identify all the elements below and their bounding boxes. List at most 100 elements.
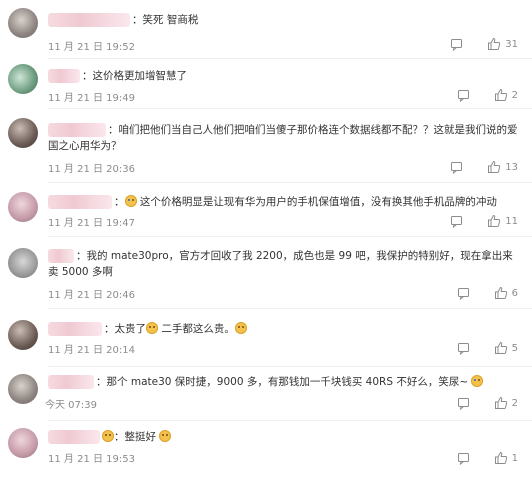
colon: ： [104, 323, 115, 335]
emoji-icon [102, 430, 114, 442]
colon: ： [114, 431, 125, 443]
comment-text-row: ：笑死 智商税 [48, 12, 520, 28]
comment-text-row: ：那个 mate30 保时捷，9000 多，有那钱加一千块钱买 40RS 不好么… [48, 374, 520, 390]
username-blurred[interactable] [48, 322, 102, 336]
comment-text: 这价格更加增智慧了 [92, 70, 188, 82]
thumbs-up-icon [488, 214, 501, 227]
reply-button[interactable] [450, 161, 463, 174]
like-button[interactable]: 11 [487, 214, 518, 228]
comment-text: 笑死 智商税 [142, 14, 199, 26]
like-count: 6 [511, 287, 518, 299]
comment-time: 11 月 21 日 19:49 [48, 93, 135, 104]
colon: ： [76, 250, 87, 262]
username-blurred[interactable] [48, 123, 106, 137]
avatar[interactable] [8, 64, 38, 94]
comment-text-row: ： 这个价格明显是让现有华为用户的手机保值增值，没有换其他手机品牌的冲动 [48, 194, 520, 210]
comment-actions: 1 [457, 450, 518, 466]
reply-button[interactable] [457, 452, 470, 465]
username-blurred[interactable] [48, 13, 130, 27]
comment-time: 11 月 21 日 19:53 [48, 454, 135, 465]
like-count: 11 [505, 215, 518, 227]
colon: ： [82, 70, 93, 82]
emoji-icon [159, 430, 172, 442]
emoji-icon [471, 375, 484, 387]
like-button[interactable]: 6 [494, 286, 518, 300]
avatar[interactable] [8, 428, 38, 458]
reply-button[interactable] [450, 215, 463, 228]
username-blurred[interactable] [48, 69, 80, 83]
reply-button[interactable] [457, 287, 470, 300]
divider [48, 308, 532, 309]
colon: ： [114, 196, 125, 208]
divider [48, 108, 532, 109]
reply-icon [451, 215, 463, 228]
reply-icon [457, 342, 469, 355]
like-count: 2 [511, 397, 518, 409]
comment-text-b: 二手都这么贵。 [161, 323, 235, 335]
comment-actions: 11 [450, 213, 518, 229]
colon: ： [132, 14, 143, 26]
comment-actions: 13 [450, 159, 518, 175]
divider [48, 366, 532, 367]
colon: ： [108, 124, 119, 136]
like-button[interactable]: 2 [494, 88, 518, 102]
avatar[interactable] [8, 8, 38, 38]
divider [48, 420, 532, 421]
comment-actions: 31 [450, 36, 518, 52]
emoji-icon [146, 322, 158, 334]
thumbs-up-icon [488, 160, 501, 173]
reply-icon [457, 287, 469, 300]
reply-icon [451, 161, 463, 174]
divider [48, 58, 532, 59]
comment-text: 整挺好 [124, 431, 157, 443]
like-button[interactable]: 5 [494, 341, 518, 355]
username-blurred[interactable] [48, 195, 112, 209]
emoji-icon [124, 195, 137, 207]
divider [48, 236, 532, 237]
like-button[interactable]: 2 [494, 396, 518, 410]
like-count: 1 [511, 452, 518, 464]
like-button[interactable]: 1 [494, 451, 518, 465]
comment-actions: 2 [457, 395, 518, 411]
comment-actions: 2 [457, 87, 518, 103]
thumbs-up-icon [494, 341, 507, 354]
avatar[interactable] [8, 374, 38, 404]
comment-time: 11 月 21 日 19:47 [48, 218, 135, 229]
comment-actions: 5 [457, 340, 518, 356]
like-count: 2 [511, 89, 518, 101]
avatar[interactable] [8, 320, 38, 350]
reply-button[interactable] [457, 397, 470, 410]
comment-time: 11 月 21 日 20:14 [48, 345, 135, 356]
emoji-icon [234, 322, 247, 334]
comment-text-row: ：这价格更加增智慧了 [48, 68, 520, 84]
comment-actions: 6 [457, 285, 518, 301]
comment-text-row: ：太贵了 二手都这么贵。 [48, 321, 520, 337]
thumbs-up-icon [494, 286, 507, 299]
username-blurred[interactable] [48, 375, 94, 389]
reply-button[interactable] [457, 89, 470, 102]
avatar[interactable] [8, 192, 38, 222]
username-blurred[interactable] [48, 430, 100, 444]
like-button[interactable]: 13 [487, 160, 518, 174]
like-count: 5 [511, 342, 518, 354]
avatar[interactable] [8, 248, 38, 278]
comment-text-row: ：我的 mate30pro，官方才回收了我 2200，成色也是 99 吧，我保护… [48, 248, 522, 280]
reply-icon [457, 397, 469, 410]
comment-time: 11 月 21 日 19:52 [48, 42, 135, 53]
reply-icon [457, 89, 469, 102]
reply-icon [457, 452, 469, 465]
comment-text: 咱们把他们当自己人他们把咱们当傻子那价格连个数据线都不配？？这就是我们说的爱国之… [48, 124, 518, 152]
colon: ： [96, 376, 107, 388]
comment-text-a: 太贵了 [114, 323, 147, 335]
comment-text-row: ：咱们把他们当自己人他们把咱们当傻子那价格连个数据线都不配？？这就是我们说的爱国… [48, 122, 522, 154]
reply-button[interactable] [457, 342, 470, 355]
thumbs-up-icon [494, 396, 507, 409]
divider [48, 182, 532, 183]
avatar[interactable] [8, 118, 38, 148]
thumbs-up-icon [494, 451, 507, 464]
like-button[interactable]: 31 [487, 37, 518, 51]
reply-button[interactable] [450, 38, 463, 51]
comment-text-row: ：整挺好 [48, 429, 520, 445]
username-blurred[interactable] [48, 249, 74, 263]
thumbs-up-icon [494, 88, 507, 101]
